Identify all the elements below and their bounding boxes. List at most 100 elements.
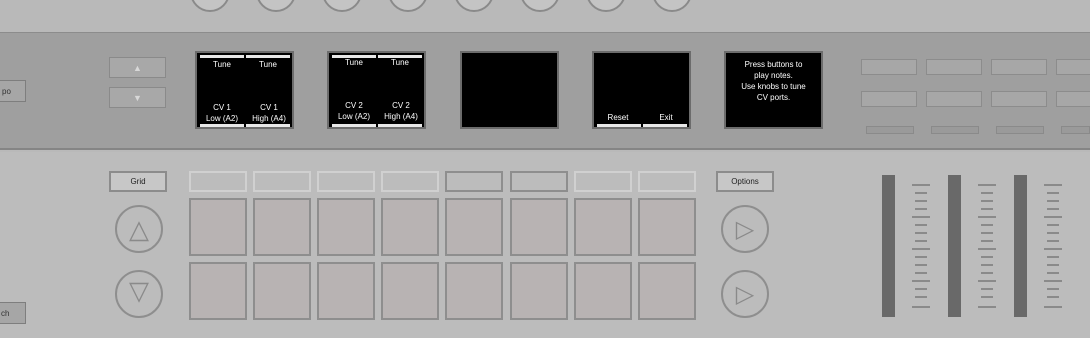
scroll-up-button[interactable]: ▲ bbox=[109, 57, 166, 78]
scale-tick bbox=[978, 280, 996, 282]
screen-label: Tune bbox=[391, 58, 409, 67]
screen-bar bbox=[643, 124, 687, 127]
knob-7[interactable] bbox=[586, 0, 626, 12]
scale-tick bbox=[1047, 192, 1059, 194]
pad-top-button-3[interactable] bbox=[317, 171, 375, 192]
pad[interactable] bbox=[317, 198, 375, 256]
scale-tick bbox=[1044, 306, 1062, 308]
pad[interactable] bbox=[381, 262, 439, 320]
pad-top-button-5[interactable] bbox=[445, 171, 503, 192]
display-screen-5: Press buttons to play notes. Use knobs t… bbox=[724, 51, 823, 129]
scene-launch-button-2[interactable]: ▷ bbox=[721, 270, 769, 318]
pad[interactable] bbox=[638, 198, 696, 256]
scale-tick bbox=[1047, 272, 1059, 274]
grid-button[interactable]: Grid bbox=[109, 171, 167, 192]
screen-label: Tune bbox=[345, 58, 363, 67]
screen-bar bbox=[200, 124, 244, 127]
knob-4[interactable] bbox=[388, 0, 428, 12]
scroll-down-button[interactable]: ▼ bbox=[109, 87, 166, 108]
scale-tick bbox=[915, 288, 927, 290]
scale-tick bbox=[981, 224, 993, 226]
pad-top-button-8[interactable] bbox=[638, 171, 696, 192]
scale-tick bbox=[978, 216, 996, 218]
scale-tick bbox=[981, 256, 993, 258]
screen-label: Low (A2) bbox=[205, 114, 238, 123]
reset-label: Reset bbox=[607, 113, 629, 122]
scale-tick bbox=[981, 240, 993, 242]
scale-tick bbox=[915, 256, 927, 258]
scale-tick bbox=[915, 264, 927, 266]
screen-label: CV 1 bbox=[260, 103, 278, 112]
display-screen-1: Tune Tune CV 1 Low (A2) CV 1 High (A4) bbox=[195, 51, 294, 129]
knob-8[interactable] bbox=[652, 0, 692, 12]
switch-button[interactable]: ch bbox=[0, 302, 26, 324]
scene-launch-button-1[interactable]: ▷ bbox=[721, 205, 769, 253]
slot-indicator bbox=[866, 126, 914, 134]
scale-tick bbox=[1047, 296, 1059, 298]
knob-5[interactable] bbox=[454, 0, 494, 12]
knob-6[interactable] bbox=[520, 0, 560, 12]
knob-2[interactable] bbox=[256, 0, 296, 12]
scale-tick bbox=[1047, 240, 1059, 242]
knob-3[interactable] bbox=[322, 0, 362, 12]
scale-tick bbox=[1047, 256, 1059, 258]
pad[interactable] bbox=[574, 262, 632, 320]
pad[interactable] bbox=[253, 198, 311, 256]
fader-track-2[interactable] bbox=[948, 175, 961, 317]
screen-label: High (A4) bbox=[252, 114, 286, 123]
fader-track-1[interactable] bbox=[882, 175, 895, 317]
display-screen-4: Reset Exit bbox=[592, 51, 691, 129]
octave-down-button[interactable]: △ bbox=[115, 270, 163, 318]
slot-block bbox=[1056, 91, 1090, 107]
scale-tick bbox=[981, 208, 993, 210]
octave-up-button[interactable]: △ bbox=[115, 205, 163, 253]
scale-tick bbox=[981, 232, 993, 234]
scale-tick bbox=[1047, 264, 1059, 266]
grid-button-label: Grid bbox=[130, 177, 146, 186]
exit-label: Exit bbox=[659, 113, 673, 122]
scale-tick bbox=[915, 200, 927, 202]
slot-indicator bbox=[996, 126, 1044, 134]
tempo-button[interactable]: po bbox=[0, 80, 26, 102]
pad-top-button-7[interactable] bbox=[574, 171, 632, 192]
help-text-line: CV ports. bbox=[756, 93, 791, 102]
scale-tick bbox=[981, 264, 993, 266]
pad-top-button-1[interactable] bbox=[189, 171, 247, 192]
scale-tick bbox=[915, 232, 927, 234]
pad-top-button-2[interactable] bbox=[253, 171, 311, 192]
slot-block bbox=[991, 59, 1047, 75]
options-button[interactable]: Options bbox=[716, 171, 774, 192]
pad[interactable] bbox=[445, 262, 503, 320]
pad[interactable] bbox=[189, 262, 247, 320]
pad[interactable] bbox=[638, 262, 696, 320]
pad-top-button-6[interactable] bbox=[510, 171, 568, 192]
fader-scale-1 bbox=[912, 184, 930, 312]
scale-tick bbox=[978, 306, 996, 308]
fader-track-3[interactable] bbox=[1014, 175, 1027, 317]
pad[interactable] bbox=[317, 262, 375, 320]
slot-indicator bbox=[1061, 126, 1090, 134]
pad[interactable] bbox=[445, 198, 503, 256]
scale-tick bbox=[981, 192, 993, 194]
screen-label: High (A4) bbox=[384, 112, 418, 121]
triangle-down-icon: △ bbox=[129, 279, 149, 310]
pad[interactable] bbox=[189, 198, 247, 256]
help-text-line: Press buttons to bbox=[744, 60, 803, 69]
pad[interactable] bbox=[381, 198, 439, 256]
scale-tick bbox=[1044, 280, 1062, 282]
scale-tick bbox=[912, 306, 930, 308]
scale-tick bbox=[915, 240, 927, 242]
scale-tick bbox=[912, 216, 930, 218]
pad-top-button-4[interactable] bbox=[381, 171, 439, 192]
scale-tick bbox=[915, 296, 927, 298]
slot-block bbox=[861, 91, 917, 107]
pad[interactable] bbox=[253, 262, 311, 320]
screen-label: CV 1 bbox=[213, 103, 231, 112]
knob-1[interactable] bbox=[190, 0, 230, 12]
scale-tick bbox=[1047, 200, 1059, 202]
pad[interactable] bbox=[510, 198, 568, 256]
pad[interactable] bbox=[574, 198, 632, 256]
scale-tick bbox=[981, 272, 993, 274]
pad[interactable] bbox=[510, 262, 568, 320]
scale-tick bbox=[912, 248, 930, 250]
